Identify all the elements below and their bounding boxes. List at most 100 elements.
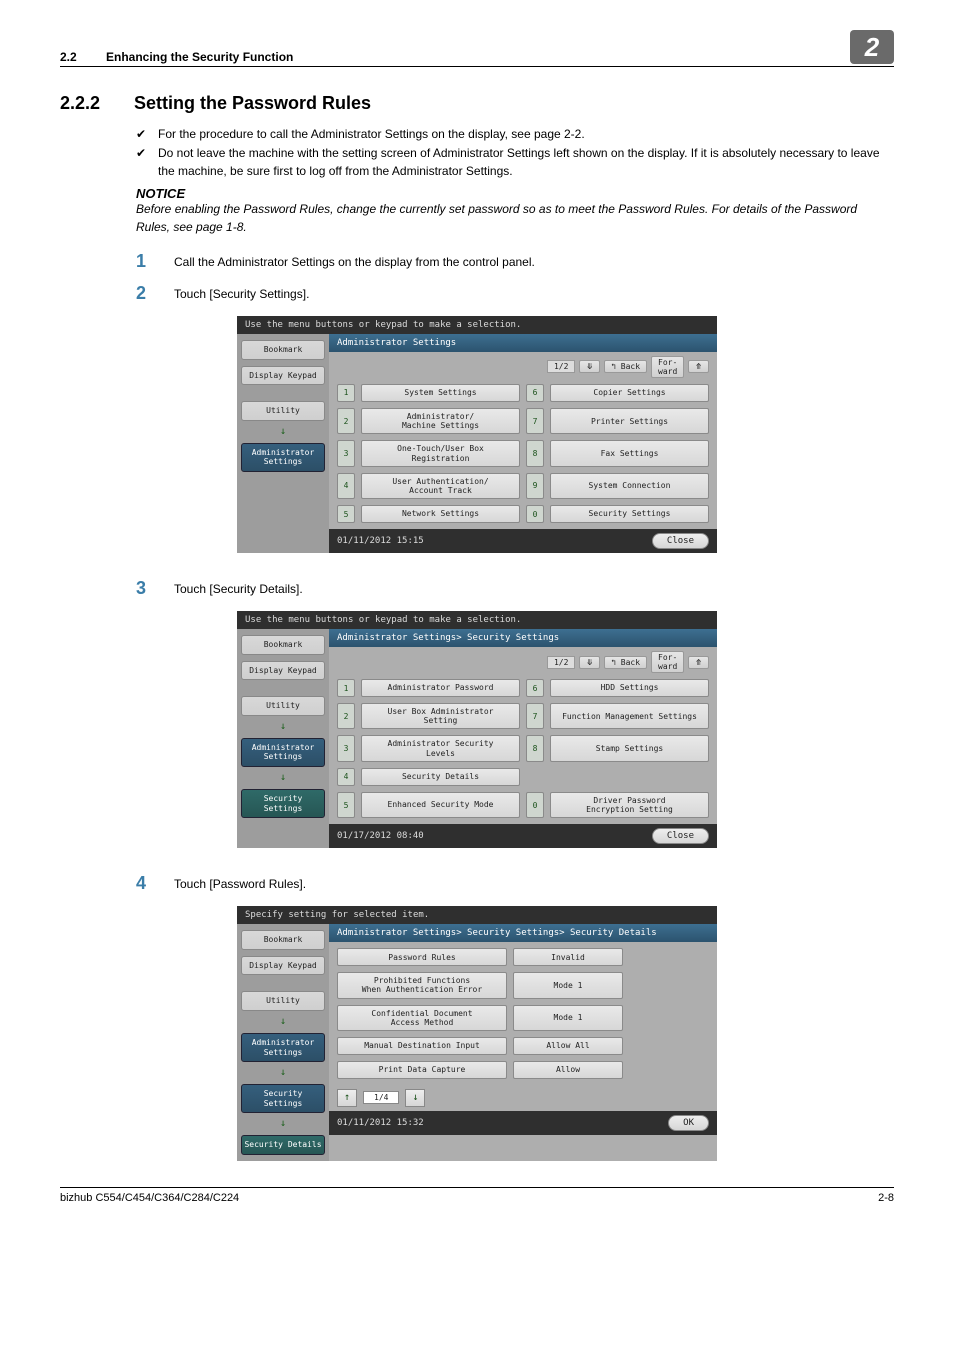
panel-instruction: Use the menu buttons or keypad to make a… xyxy=(237,316,717,334)
page-indicator: 1/2 xyxy=(547,360,575,373)
menu-system-connection[interactable]: System Connection xyxy=(550,473,709,499)
sidebar-display-keypad[interactable]: Display Keypad xyxy=(241,366,325,386)
sidebar-security-settings[interactable]: Security Settings xyxy=(241,789,325,818)
menu-admin-machine[interactable]: Administrator/ Machine Settings xyxy=(361,408,520,434)
menu-security-details[interactable]: Security Details xyxy=(361,768,520,786)
pager-forward-button[interactable]: For- ward xyxy=(651,651,684,673)
menu-number: 1 xyxy=(337,384,355,402)
sidebar-admin-settings[interactable]: Administrator Settings xyxy=(241,1033,325,1062)
menu-number: 6 xyxy=(526,384,544,402)
check-icon: ✔ xyxy=(136,145,148,180)
ok-button[interactable]: OK xyxy=(668,1115,709,1131)
page-indicator: 1/2 xyxy=(547,656,575,669)
menu-onetouch-userbox[interactable]: One-Touch/User Box Registration xyxy=(361,440,520,466)
row-confidential-doc[interactable]: Confidential Document Access Method xyxy=(337,1005,507,1031)
section-title: Setting the Password Rules xyxy=(134,93,371,114)
pager-next-button[interactable]: ⤊ xyxy=(688,656,709,669)
pager-prev-button[interactable]: ⤋ xyxy=(579,656,600,669)
page-indicator: 1/4 xyxy=(363,1091,399,1104)
menu-copier-settings[interactable]: Copier Settings xyxy=(550,384,709,402)
chevron-down-icon: ↓ xyxy=(241,773,325,783)
menu-grid: 1 System Settings 6 Copier Settings 2 Ad… xyxy=(329,382,717,529)
close-button[interactable]: Close xyxy=(652,533,709,549)
menu-number: 4 xyxy=(337,768,355,786)
sidebar-admin-settings[interactable]: Administrator Settings xyxy=(241,443,325,472)
menu-security-settings[interactable]: Security Settings xyxy=(550,505,709,523)
menu-function-mgmt[interactable]: Function Management Settings xyxy=(550,703,709,729)
page-header: 2.2 Enhancing the Security Function 2 xyxy=(60,30,894,67)
menu-number: 3 xyxy=(337,735,355,761)
menu-network-settings[interactable]: Network Settings xyxy=(361,505,520,523)
menu-printer-settings[interactable]: Printer Settings xyxy=(550,408,709,434)
sidebar-bookmark[interactable]: Bookmark xyxy=(241,340,325,360)
section-heading: 2.2.2 Setting the Password Rules xyxy=(60,93,894,114)
footer-page: 2-8 xyxy=(878,1192,894,1204)
panel-instruction: Use the menu buttons or keypad to make a… xyxy=(237,611,717,629)
sidebar-utility[interactable]: Utility xyxy=(241,991,325,1011)
settings-rows: Password Rules Invalid Prohibited Functio… xyxy=(329,942,717,1085)
value-print-data-capture: Allow xyxy=(513,1061,623,1079)
menu-number: 1 xyxy=(337,679,355,697)
menu-stamp-settings[interactable]: Stamp Settings xyxy=(550,735,709,761)
row-prohibited-functions[interactable]: Prohibited Functions When Authentication… xyxy=(337,972,507,998)
menu-number: 5 xyxy=(337,505,355,523)
panel-datetime: 01/11/2012 15:32 xyxy=(337,1118,424,1128)
menu-fax-settings[interactable]: Fax Settings xyxy=(550,440,709,466)
menu-grid: 1 Administrator Password 6 HDD Settings … xyxy=(329,677,717,824)
menu-driver-password[interactable]: Driver Password Encryption Setting xyxy=(550,792,709,818)
menu-number: 6 xyxy=(526,679,544,697)
sidebar-bookmark[interactable]: Bookmark xyxy=(241,635,325,655)
menu-admin-password[interactable]: Administrator Password xyxy=(361,679,520,697)
panel-sidebar: Bookmark Display Keypad Utility ↓ Admini… xyxy=(237,924,329,1161)
chapter-badge: 2 xyxy=(850,30,894,64)
step-number: 4 xyxy=(136,874,152,892)
menu-hdd-settings[interactable]: HDD Settings xyxy=(550,679,709,697)
sidebar-security-settings[interactable]: Security Settings xyxy=(241,1084,325,1113)
menu-user-auth[interactable]: User Authentication/ Account Track xyxy=(361,473,520,499)
pager-back-button[interactable]: ↰ Back xyxy=(604,656,647,669)
sidebar-utility[interactable]: Utility xyxy=(241,696,325,716)
device-panel-security-settings: Use the menu buttons or keypad to make a… xyxy=(237,611,717,848)
menu-number: 7 xyxy=(526,703,544,729)
sidebar-security-details[interactable]: Security Details xyxy=(241,1135,325,1155)
value-password-rules: Invalid xyxy=(513,948,623,966)
value-prohibited-functions: Mode 1 xyxy=(513,972,623,998)
row-print-data-capture[interactable]: Print Data Capture xyxy=(337,1061,507,1079)
menu-enhanced-security[interactable]: Enhanced Security Mode xyxy=(361,792,520,818)
device-panel-security-details: Specify setting for selected item. Bookm… xyxy=(237,906,717,1161)
menu-admin-sec-levels[interactable]: Administrator Security Levels xyxy=(361,735,520,761)
sidebar-admin-settings[interactable]: Administrator Settings xyxy=(241,738,325,767)
row-manual-destination[interactable]: Manual Destination Input xyxy=(337,1037,507,1055)
row-password-rules[interactable]: Password Rules xyxy=(337,948,507,966)
pager-back-button[interactable]: ↰ Back xyxy=(604,360,647,373)
step-number: 3 xyxy=(136,579,152,597)
section-number: 2.2.2 xyxy=(60,93,110,114)
panel-instruction: Specify setting for selected item. xyxy=(237,906,717,924)
header-section-title: Enhancing the Security Function xyxy=(106,50,293,64)
pager-forward-button[interactable]: For- ward xyxy=(651,356,684,378)
step-list: 1Call the Administrator Settings on the … xyxy=(136,252,894,302)
step-text: Touch [Security Settings]. xyxy=(174,284,309,302)
menu-number: 9 xyxy=(526,473,544,499)
menu-userbox-admin[interactable]: User Box Administrator Setting xyxy=(361,703,520,729)
menu-number: 8 xyxy=(526,440,544,466)
device-panel-admin-settings: Use the menu buttons or keypad to make a… xyxy=(237,316,717,553)
prereq-list: ✔For the procedure to call the Administr… xyxy=(136,126,894,180)
sidebar-utility[interactable]: Utility xyxy=(241,401,325,421)
chevron-down-icon: ↓ xyxy=(241,1017,325,1027)
pager-prev-button[interactable]: ⤋ xyxy=(579,360,600,373)
step-text: Touch [Password Rules]. xyxy=(174,874,306,892)
page-down-button[interactable]: ↓ xyxy=(405,1089,425,1107)
close-button[interactable]: Close xyxy=(652,828,709,844)
sidebar-display-keypad[interactable]: Display Keypad xyxy=(241,956,325,976)
chevron-down-icon: ↓ xyxy=(241,1068,325,1078)
sidebar-bookmark[interactable]: Bookmark xyxy=(241,930,325,950)
menu-number: 0 xyxy=(526,792,544,818)
page-footer: bizhub C554/C454/C364/C284/C224 2-8 xyxy=(60,1187,894,1204)
menu-number: 3 xyxy=(337,440,355,466)
menu-system-settings[interactable]: System Settings xyxy=(361,384,520,402)
page-up-button[interactable]: ↑ xyxy=(337,1089,357,1107)
pager-next-button[interactable]: ⤊ xyxy=(688,360,709,373)
sidebar-display-keypad[interactable]: Display Keypad xyxy=(241,661,325,681)
panel-datetime: 01/11/2012 15:15 xyxy=(337,536,424,546)
